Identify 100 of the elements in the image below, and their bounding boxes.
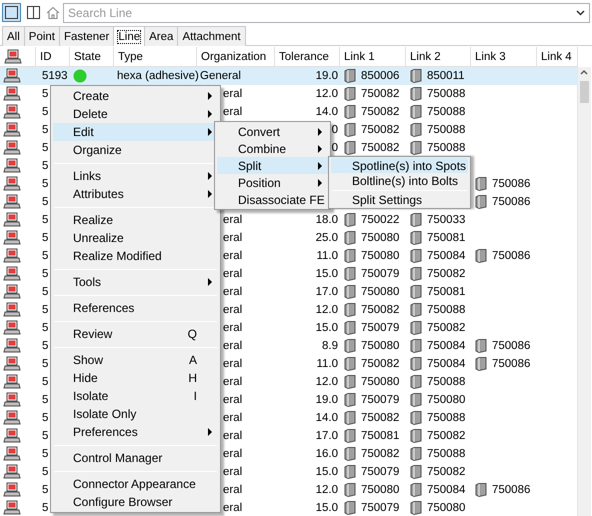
menu-item[interactable]: Unrealize [53, 229, 218, 247]
submenu-arrow-icon [208, 92, 212, 100]
menu-item[interactable]: References [53, 299, 218, 317]
cube-icon [410, 357, 422, 371]
table-cell: 750088 [427, 88, 466, 100]
cube-icon [410, 375, 422, 389]
table-cell: eral [223, 286, 242, 298]
menu-item[interactable]: Connector Appearance [53, 475, 218, 493]
table-cell: 5 [42, 250, 48, 262]
table-cell: 15.0 [316, 268, 338, 280]
table-cell: 11.0 [316, 358, 338, 370]
table-cell: 750084 [427, 484, 466, 496]
cube-icon [344, 393, 356, 407]
tab[interactable]: Area [144, 26, 178, 46]
table-cell: 750088 [427, 412, 466, 424]
table-cell: 750086 [492, 340, 530, 352]
connector-icon [3, 194, 21, 210]
cube-icon [475, 249, 487, 263]
menu-item[interactable]: Spotline(s) into Spots [331, 158, 468, 173]
table-cell: 750080 [361, 484, 400, 496]
split-view-button[interactable] [24, 3, 43, 22]
table-cell: 750086 [492, 178, 530, 190]
connector-icon [3, 230, 21, 246]
menu-item[interactable]: Review Q [53, 325, 218, 343]
cube-icon [410, 249, 422, 263]
table-cell: eral [223, 376, 242, 388]
menu-item[interactable]: Split Settings [331, 192, 468, 207]
table-cell: eral [223, 88, 242, 100]
table-cell: 750082 [427, 268, 466, 280]
table-cell: 14.0 [316, 412, 338, 424]
scroll-thumb[interactable] [580, 81, 589, 103]
menu-item[interactable]: Show A [53, 351, 218, 369]
table-cell: 19.0 [316, 394, 338, 406]
tab[interactable]: All [2, 26, 25, 46]
single-view-button[interactable] [2, 3, 21, 22]
table-cell: 5 [42, 304, 48, 316]
menu-item[interactable]: Split [217, 157, 328, 174]
menu-item[interactable]: Hide H [53, 369, 218, 387]
table-cell: 5 [42, 196, 48, 208]
cube-icon [410, 411, 422, 425]
table-cell: eral [223, 232, 242, 244]
cube-icon [344, 501, 356, 515]
cube-icon [344, 69, 356, 83]
tab[interactable]: Fastener [59, 26, 114, 46]
table-cell: 12.0 [316, 304, 338, 316]
connector-icon [3, 302, 21, 318]
menu-item[interactable]: Control Manager [53, 449, 218, 467]
cube-icon [410, 303, 422, 317]
home-icon[interactable] [46, 6, 60, 20]
table-cell: 25.0 [316, 232, 338, 244]
connector-icon [3, 428, 21, 444]
menu-item[interactable]: Tools [53, 273, 218, 291]
cube-icon [344, 483, 356, 497]
table-cell: 750079 [361, 268, 400, 280]
scrollbar[interactable] [577, 67, 591, 516]
menu-item[interactable]: Realize [53, 211, 218, 229]
menu-item[interactable]: Realize Modified [53, 247, 218, 265]
table-cell: 5 [42, 232, 48, 244]
menu-item[interactable]: Combine [217, 140, 328, 157]
menu-item[interactable]: Create [53, 87, 218, 105]
connector-icon [3, 212, 21, 228]
table-cell: 15.0 [316, 466, 338, 478]
scroll-up-icon[interactable] [578, 67, 590, 77]
connector-icon [3, 266, 21, 282]
table-cell: eral [223, 430, 242, 442]
tab[interactable]: Point [24, 26, 60, 46]
table-cell: eral [223, 340, 242, 352]
menu-item[interactable]: Convert [217, 123, 328, 140]
table-cell: General [200, 70, 241, 82]
tab[interactable]: Line [113, 26, 146, 46]
table-cell: 750086 [492, 250, 530, 262]
cube-icon [410, 339, 422, 353]
submenu-arrow-icon [318, 178, 322, 186]
table-cell: 750088 [427, 124, 466, 136]
menu-item[interactable]: Isolate Only [53, 405, 218, 423]
menu-item[interactable]: Organize [53, 141, 218, 159]
table-cell: 750079 [361, 322, 400, 334]
menu-item[interactable]: Disassociate FE [217, 191, 328, 208]
table-cell: 750082 [361, 304, 400, 316]
table-cell: 5 [42, 178, 48, 190]
table-cell: 18.0 [316, 214, 338, 226]
connector-icon [3, 284, 21, 300]
connector-icon [3, 320, 21, 336]
table-cell: 5 [42, 160, 48, 172]
table-cell: 750082 [361, 106, 400, 118]
table-cell: 750080 [427, 502, 466, 514]
table-cell: 19.0 [316, 70, 338, 82]
menu-item[interactable]: Preferences [53, 423, 218, 441]
menu-item[interactable]: Position [217, 174, 328, 191]
selected-row[interactable]: 5193 hexa (adhesive)General 19.0 850006 850011 [0, 67, 578, 85]
table-cell: 750084 [427, 340, 466, 352]
table-cell: 750086 [492, 358, 530, 370]
tab[interactable]: Attachment [177, 26, 246, 46]
search-field[interactable]: Search Line [63, 2, 590, 22]
table-cell: eral [223, 394, 242, 406]
menu-item[interactable]: Configure Browser [53, 493, 218, 511]
menu-item[interactable]: Boltline(s) into Bolts [331, 173, 468, 188]
table-cell: 750022 [361, 214, 400, 226]
menu-item[interactable]: Isolate I [53, 387, 218, 405]
table-cell: eral [223, 448, 242, 460]
